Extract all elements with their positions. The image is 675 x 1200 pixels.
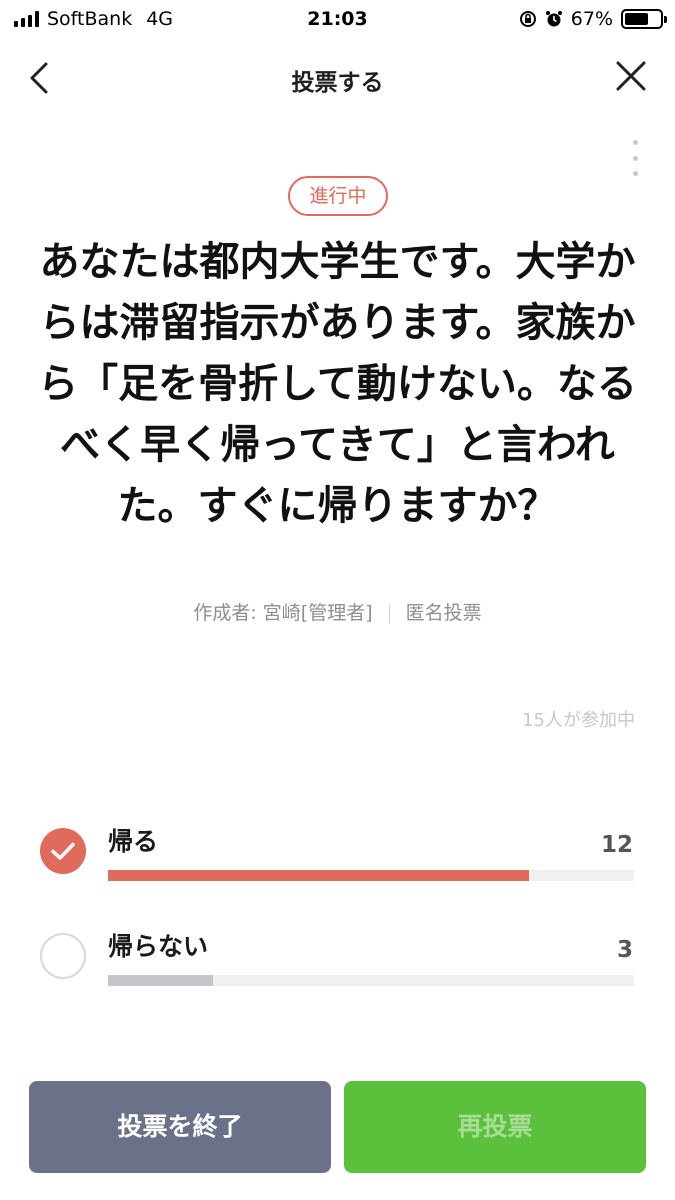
poll-author: 作成者: 宮崎[管理者] [193,602,373,624]
option-vote-count: 12 [600,832,633,858]
poll-question: あなたは都内大学生です。大学からは滞留指示があります。家族から「足を骨折して動け… [38,239,637,529]
end-poll-button[interactable]: 投票を終了 [29,1081,331,1173]
option-progress-bar [108,975,214,986]
status-badge: 進行中 [288,176,388,216]
poll-meta: 作成者: 宮崎[管理者] 匿名投票 [0,598,675,625]
battery-percent: 67% [570,8,613,30]
checkmark-icon[interactable] [40,828,86,874]
rotation-lock-icon [519,11,536,27]
revote-button[interactable]: 再投票 [344,1081,646,1173]
option-progress-bar [108,870,529,881]
poll-option[interactable]: 帰らない 3 [0,925,675,1005]
battery-icon [621,9,667,29]
page-title: 投票する [291,70,384,96]
battery-fill [625,13,648,25]
alarm-icon [545,11,562,27]
status-bar: SoftBank 4G 21:03 67% [0,0,675,38]
poll-option[interactable]: 帰る 12 [0,820,675,900]
meta-divider [388,604,390,623]
participant-count: 15人が参加中 [522,710,635,731]
header: 投票する [0,38,675,116]
close-icon[interactable] [613,58,649,94]
option-progress-track [108,870,634,881]
poll-type: 匿名投票 [405,602,482,624]
option-label: 帰らない [108,932,209,961]
more-options-icon[interactable] [625,140,645,176]
status-right: 67% [519,8,667,30]
option-progress-track [108,975,634,986]
radio-circle-icon[interactable] [40,933,86,979]
option-label: 帰る [108,827,159,856]
option-vote-count: 3 [616,937,633,963]
